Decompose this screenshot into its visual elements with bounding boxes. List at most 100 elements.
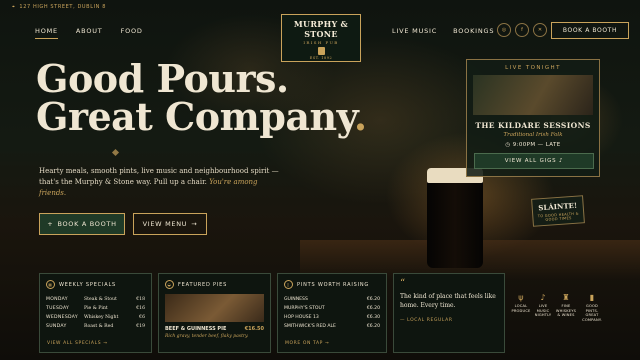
special-price: €16 [136,306,145,311]
pint-price: €6.30 [366,315,380,320]
special-price: €18 [136,297,145,302]
pint-price: €6.20 [366,297,380,302]
list-item: SMITHWICK'S RED ALE €6.20 [284,322,380,331]
pint-name: MURPHY'S STOUT [284,306,325,311]
book-booth-label: BOOK A BOOTH [57,220,117,228]
specials-title: WEEKLY SPECIALS [59,281,116,288]
hero-line-2: Great Company [36,94,354,139]
pint-price: €6.20 [366,306,380,311]
pies-title: FEATURED PIES [178,281,228,288]
divider-diamond-icon [111,148,120,157]
testimonial-card: “ The kind of place that feels like home… [393,273,505,353]
glass-icon: ♜ [562,293,570,302]
pie-name: BEEF & GUINNESS PIE [165,326,227,332]
feature-whiskeys: ♜ FINE WHISKEYS & WINES [555,293,577,318]
special-price: €19 [136,324,145,329]
nav-about[interactable]: ABOUT [76,27,103,39]
special-day: SUNDAY [46,324,67,329]
hero-headline: Good Pours. Great Company. [36,60,376,136]
live-subtitle: Traditional Irish Folk [503,132,563,138]
feature-label: FINE WHISKEYS & WINES [555,304,577,317]
pints-card: ▯ PINTS WORTH RAISING GUINNESS €6.20 MURPH… [277,273,387,353]
featured-pies-card: ◒ FEATURED PIES BEEF & GUINNESS PIE €16.50… [158,273,271,353]
special-day: MONDAY [46,297,68,302]
list-item: HOP HOUSE 13 €6.30 [284,313,380,322]
main-nav-left: HOME ABOUT FOOD [35,27,143,39]
special-day: WEDNESDAY [46,315,78,320]
clock-icon: ◷ [505,142,513,148]
band-image [473,75,593,115]
calendar-icon: ▦ [46,280,55,289]
address-text: 127 HIGH STREET, DUBLIN 8 [19,4,106,10]
live-title: THE KILDARE SESSIONS [475,121,591,130]
pie-desc: Rich gravy, tender beef, flaky pastry. [165,334,249,339]
table-row: WEDNESDAY Whiskey Night €6 [46,313,145,322]
quote-text: The kind of place that feels like home. … [400,293,496,309]
fork-knife-icon: ψ [518,293,524,302]
address-bar: ⌖ 127 HIGH STREET, DUBLIN 8 [12,4,106,10]
pie-price: €16.50 [244,326,264,332]
plus-icon: + [47,220,54,228]
view-all-gigs-button[interactable]: VIEW ALL GIGS ♪ [474,153,594,169]
book-booth-button[interactable]: + BOOK A BOOTH [39,213,125,235]
special-price: €6 [139,315,145,320]
list-item: GUINNESS €6.20 [284,295,380,304]
special-item: Steak & Stout [84,297,117,302]
facebook-icon[interactable]: f [515,23,529,37]
pie-image [165,294,264,322]
feature-local-produce: ψ LOCAL PRODUCE [510,293,532,313]
pint-name: GUINNESS [284,297,308,302]
live-time: ◷ 9:00PM — LATE [467,142,599,148]
pint-glass-image [427,168,483,268]
hero-line-1: Good Pours. [36,56,289,101]
special-day: TUESDAY [46,306,70,311]
nav-live-music[interactable]: LIVE MUSIC [392,27,437,35]
nav-bookings[interactable]: BOOKINGS [453,27,494,35]
beer-icon: ▯ [284,280,293,289]
nav-food[interactable]: FOOD [121,27,143,39]
feature-good-pints: ▮ GOOD PINTS. GREAT COMPANY. [579,293,605,322]
quote-mark-icon: “ [400,278,406,289]
instagram-icon[interactable]: ◎ [497,23,511,37]
twitter-icon[interactable]: ✕ [533,23,547,37]
pint-price: €6.20 [366,324,380,329]
hero-dot: . [353,94,367,139]
feature-label: LIVE MUSIC NIGHTLY [534,304,552,317]
view-all-specials-link[interactable]: VIEW ALL SPECIALS → [47,341,108,346]
view-menu-label: VIEW MENU [142,220,188,228]
pie-icon: ◒ [165,280,174,289]
pint-name: HOP HOUSE 13 [284,315,319,320]
special-item: Pie & Pint [84,306,108,311]
table-row: MONDAY Steak & Stout €18 [46,295,145,304]
feature-label: LOCAL PRODUCE [511,304,531,313]
map-pin-icon: ⌖ [12,4,16,10]
quote-author: — LOCAL REGULAR [400,318,453,323]
table-row: TUESDAY Pie & Pint €16 [46,304,145,313]
feature-label: GOOD PINTS. GREAT COMPANY. [582,304,602,322]
slainte-badge: SLÁINTE! TO GOOD HEALTH & GOOD TIMES [531,195,585,227]
beer-mug-icon [317,47,325,55]
hero-intro: Hearty meals, smooth pints, live music a… [39,166,284,199]
pints-title: PINTS WORTH RAISING [297,281,370,288]
logo-tagline: IRISH PUB [303,40,339,45]
live-time-text: 9:00PM — LATE [512,142,561,148]
arrow-right-icon: → [191,220,198,228]
pub-logo[interactable]: MURPHY & STONE IRISH PUB EST. 1892 [281,14,361,62]
music-note-icon: ♪ [540,293,546,302]
logo-name: MURPHY & STONE [293,19,349,39]
slainte-sub: TO GOOD HEALTH & GOOD TIMES [537,211,579,222]
book-booth-header-button[interactable]: BOOK A BOOTH [551,22,629,39]
beer-mug-icon: ▮ [589,293,595,302]
list-item: MURPHY'S STOUT €6.20 [284,304,380,313]
main-nav-right: LIVE MUSIC BOOKINGS [392,27,494,35]
live-label: LIVE TONIGHT [505,65,561,71]
view-menu-button[interactable]: VIEW MENU → [133,213,207,235]
special-item: Whiskey Night [84,315,119,320]
live-tonight-card: LIVE TONIGHT THE KILDARE SESSIONS Tradit… [466,59,600,177]
table-row: SUNDAY Roast & Red €19 [46,322,145,331]
nav-home[interactable]: HOME [35,27,58,39]
special-item: Roast & Red [84,324,114,329]
weekly-specials-card: ▦ WEEKLY SPECIALS MONDAY Steak & Stout €18 … [39,273,152,353]
pint-name: SMITHWICK'S RED ALE [284,324,336,329]
more-on-tap-link[interactable]: MORE ON TAP → [285,341,329,346]
